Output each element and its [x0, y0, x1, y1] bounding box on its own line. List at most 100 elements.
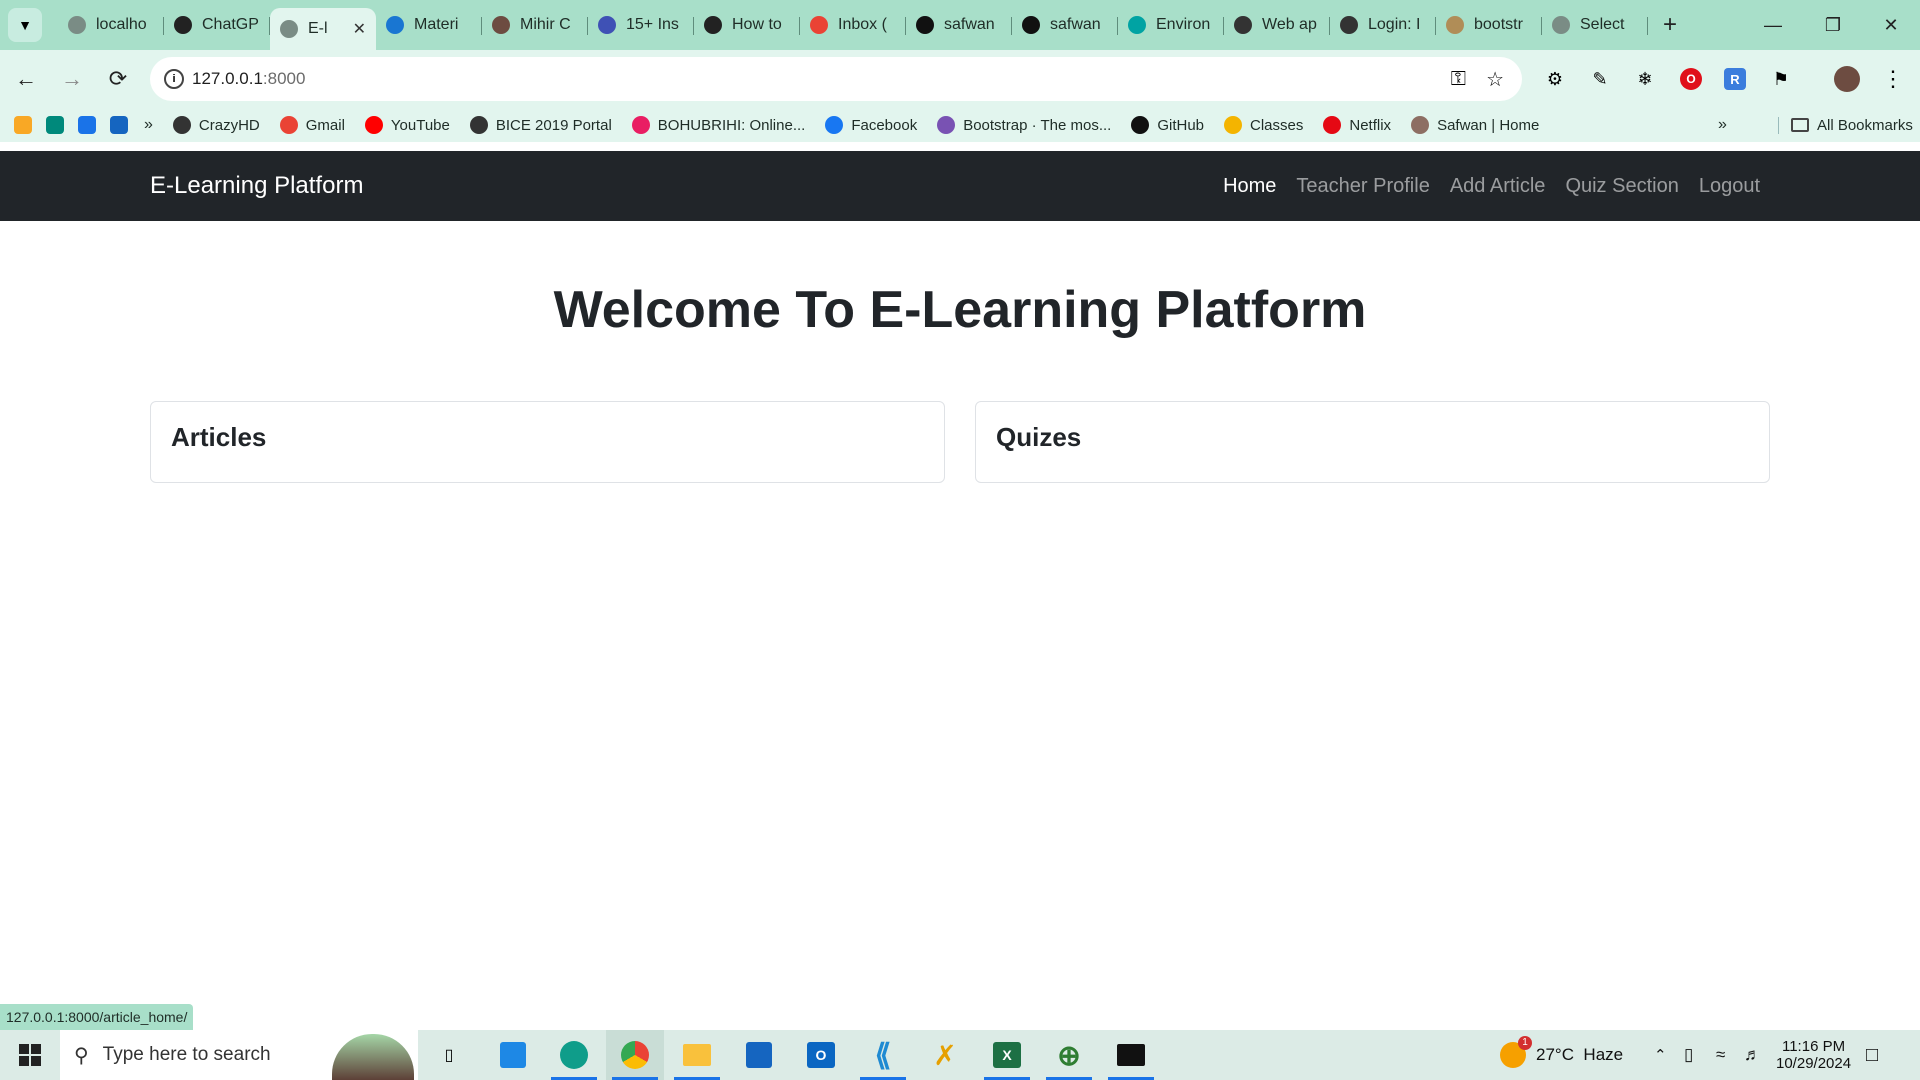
react-extension-icon[interactable]: ❄ [1630, 64, 1660, 94]
excel-app-icon[interactable]: X [978, 1030, 1036, 1080]
vscode-app-icon[interactable]: ⟪ [854, 1030, 912, 1080]
bookmark-item[interactable]: BOHUBRIHI: Online... [631, 116, 805, 134]
battery-icon[interactable]: ▯ [1684, 1030, 1693, 1080]
chrome-app-icon[interactable] [606, 1030, 664, 1080]
restore-button[interactable]: ❐ [1804, 0, 1862, 50]
avatar-icon [492, 16, 510, 34]
nav-logout[interactable]: Logout [1699, 175, 1760, 198]
paint-app-icon[interactable] [484, 1030, 542, 1080]
menu-kebab-icon[interactable]: ⋮ [1878, 64, 1908, 94]
taskbar-search[interactable]: ⚲ Type here to search [60, 1030, 418, 1080]
browser-tab[interactable]: Inbox ( [800, 6, 906, 44]
git-app-icon[interactable]: ⊕ [1040, 1030, 1098, 1080]
volume-icon[interactable]: ♬ [1744, 1030, 1761, 1080]
bookmark-item[interactable]: GitHub [1131, 116, 1204, 134]
brand-link[interactable]: E-Learning Platform [150, 172, 363, 200]
browser-tab[interactable]: Select [1542, 6, 1648, 44]
start-button[interactable] [0, 1030, 60, 1080]
eyedropper-extension-icon[interactable]: ✎ [1585, 64, 1615, 94]
browser-tab[interactable]: Environ [1118, 6, 1224, 44]
bookmark-label: YouTube [390, 116, 450, 134]
browser-tab[interactable]: E-l ✕ [270, 8, 376, 50]
bookmarks-overflow-left-icon[interactable]: » [144, 116, 153, 134]
profile-avatar[interactable] [1832, 64, 1862, 94]
bootstrap-icon [937, 116, 956, 134]
wifi-icon[interactable]: ≈ [1716, 1030, 1725, 1080]
tab-title: safwan [1050, 16, 1101, 33]
browser-tab[interactable]: safwan [1012, 6, 1118, 44]
bookmark-app-icon[interactable] [14, 116, 32, 134]
articles-card[interactable]: Articles [150, 401, 945, 483]
bookmark-item[interactable]: YouTube [364, 116, 450, 134]
terminal-app-icon[interactable] [1102, 1030, 1160, 1080]
bookmark-item[interactable]: Facebook [825, 116, 917, 134]
new-tab-button[interactable]: + [1652, 11, 1688, 39]
nav-home[interactable]: Home [1223, 175, 1276, 198]
browser-tab[interactable]: Web ap [1224, 6, 1330, 44]
nav-teacher-profile[interactable]: Teacher Profile [1296, 175, 1429, 198]
store-app-icon[interactable] [730, 1030, 788, 1080]
nav-links: Home Teacher Profile Add Article Quiz Se… [1203, 175, 1760, 198]
browser-tab[interactable]: bootstr [1436, 6, 1542, 44]
opera-extension-icon[interactable]: O [1676, 64, 1706, 94]
password-key-icon[interactable]: ⚿ [1451, 68, 1466, 91]
bookmark-app-icon[interactable] [78, 116, 96, 134]
weather-text: 27°C Haze [1536, 1045, 1624, 1064]
bookmark-item[interactable]: Classes [1224, 116, 1303, 134]
browser-tab[interactable]: localho [58, 6, 164, 44]
quizes-card[interactable]: Quizes [975, 401, 1770, 483]
tab-search-button[interactable]: ▼ [8, 8, 42, 42]
browser-tab[interactable]: safwan [906, 6, 1012, 44]
arrow-right-icon: → [61, 66, 83, 91]
browser-tab[interactable]: ChatGP [164, 6, 270, 44]
clock-time: 11:16 PM [1781, 1038, 1846, 1055]
bookmark-app-icon[interactable] [110, 116, 128, 134]
bookmark-item[interactable]: CrazyHD [172, 116, 260, 134]
bookmark-item[interactable]: Netflix [1323, 116, 1391, 134]
nav-add-article[interactable]: Add Article [1450, 175, 1546, 198]
bookmark-star-icon[interactable]: ☆ [1486, 67, 1504, 92]
windows-logo-icon [19, 1044, 41, 1066]
site-info-icon[interactable]: i [164, 69, 184, 89]
notification-icon[interactable]: □ [1866, 1030, 1878, 1080]
close-window-button[interactable]: ✕ [1862, 0, 1920, 50]
bookmark-item[interactable]: Bootstrap · The mos... [937, 116, 1111, 134]
browser-tab[interactable]: 15+ Ins [588, 6, 694, 44]
github-icon [916, 16, 934, 34]
file-explorer-icon[interactable] [668, 1030, 726, 1080]
outlook-app-icon[interactable]: O [792, 1030, 850, 1080]
globe-icon [172, 116, 191, 134]
clock[interactable]: 11:16 PM 10/29/2024 [1776, 1030, 1851, 1080]
forward-button[interactable]: → [52, 59, 92, 99]
bookmark-item[interactable]: Gmail [279, 116, 345, 134]
bug-extension-icon[interactable]: ⚙ [1540, 64, 1570, 94]
bookmark-label: Classes [1250, 116, 1304, 134]
taskbar-search-placeholder: Type here to search [102, 1044, 271, 1065]
minimize-button[interactable]: — [1744, 0, 1802, 50]
show-hidden-icons[interactable]: ⌃ [1654, 1030, 1667, 1080]
url-text[interactable]: 127.0.0.1:8000 [192, 69, 305, 89]
bookmarks-overflow-right-icon[interactable]: » [1718, 116, 1727, 134]
address-bar[interactable]: i 127.0.0.1:8000 ⚿ ☆ [150, 57, 1522, 101]
browser-tab[interactable]: Materi [376, 6, 482, 44]
bookmark-item[interactable]: BICE 2019 Portal [469, 116, 612, 134]
nav-quiz-section[interactable]: Quiz Section [1565, 175, 1678, 198]
close-tab-icon[interactable]: ✕ [353, 19, 366, 39]
bookmark-item[interactable]: Safwan | Home [1411, 116, 1539, 134]
edge-app-icon[interactable] [545, 1030, 603, 1080]
browser-tab[interactable]: How to [694, 6, 800, 44]
quizes-card-title: Quizes [996, 422, 1082, 452]
task-view-icon[interactable]: ▯ [420, 1030, 478, 1080]
classroom-icon [1224, 116, 1243, 134]
extensions-puzzle-icon[interactable]: ⚑ [1766, 64, 1796, 94]
back-button[interactable]: ← [6, 59, 46, 99]
all-bookmarks-folder[interactable]: All Bookmarks [1778, 116, 1913, 134]
snip-app-icon[interactable]: ✗ [916, 1030, 974, 1080]
tab-title: Environ [1156, 16, 1211, 33]
weather-widget[interactable]: 1 27°C Haze [1500, 1030, 1623, 1080]
browser-tab[interactable]: Mihir C [482, 6, 588, 44]
r-extension-icon[interactable]: R [1720, 64, 1750, 94]
browser-tab[interactable]: Login: I [1330, 6, 1436, 44]
reload-button[interactable]: ⟳ [98, 59, 138, 99]
bookmark-app-icon[interactable] [46, 116, 64, 134]
